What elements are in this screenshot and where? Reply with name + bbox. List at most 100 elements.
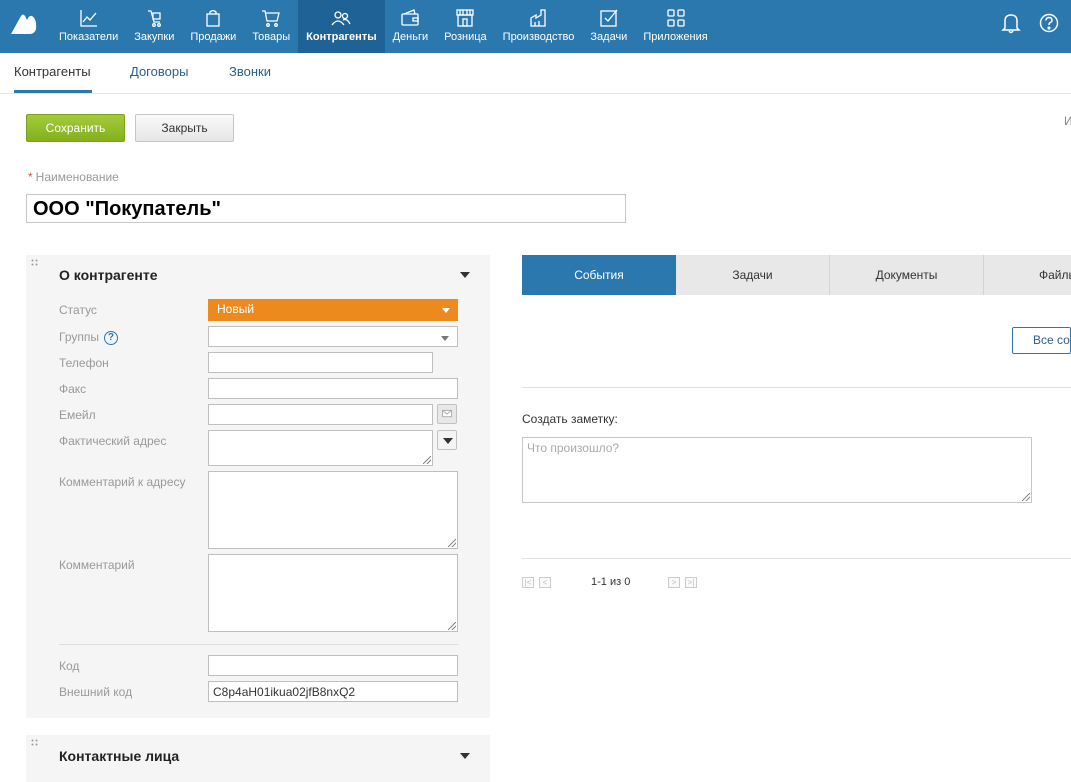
nav-label: Производство (502, 31, 575, 43)
chevron-down-icon (442, 308, 450, 313)
nav-item-apps[interactable]: Приложения (635, 0, 715, 53)
code-input[interactable] (208, 655, 458, 676)
checkbox-icon (600, 9, 618, 27)
name-field-label: * Наименование (28, 170, 119, 184)
address-textarea[interactable] (208, 430, 433, 466)
bag-icon (206, 9, 220, 27)
wallet-icon (401, 9, 420, 26)
external-code-input[interactable]: C8p4aH01ikua02jfB8nxQ2 (208, 681, 458, 702)
resize-handle-icon[interactable] (423, 456, 431, 464)
nav-item-purchases[interactable]: Закупки (126, 0, 182, 53)
nav-item-money[interactable]: Деньги (385, 0, 437, 53)
contacts-panel-title: Контактные лица (59, 748, 180, 764)
groups-select[interactable] (208, 326, 458, 347)
tab-tasks[interactable]: Задачи (676, 255, 830, 295)
contacts-panel: Контактные лица (26, 735, 490, 782)
resize-handle-icon[interactable] (448, 539, 456, 547)
nav-item-production[interactable]: Производство (495, 0, 583, 53)
fax-label: Факс (59, 382, 87, 396)
collapse-chevron-icon[interactable] (460, 272, 470, 278)
resize-handle-icon[interactable] (1022, 493, 1030, 501)
nav-label: Задачи (590, 31, 628, 43)
status-select[interactable]: Новый (208, 299, 458, 321)
code-label: Код (59, 659, 80, 673)
status-value: Новый (217, 302, 255, 316)
close-button[interactable]: Закрыть (135, 114, 234, 142)
create-note-label: Создать заметку: (522, 412, 618, 426)
groups-label-text: Группы (59, 330, 99, 344)
people-icon (331, 11, 351, 26)
nav-label: Закупки (134, 31, 175, 43)
cart-icon (262, 10, 281, 27)
pager-prev-button[interactable]: < (539, 577, 551, 588)
nav-item-retail[interactable]: Розница (436, 0, 495, 53)
top-right-tools (1001, 12, 1071, 34)
nav-item-goods[interactable]: Товары (244, 0, 298, 53)
tab-files[interactable]: Файлы (984, 255, 1071, 295)
tab-documents[interactable]: Документы (830, 255, 984, 295)
send-email-button[interactable] (437, 404, 457, 424)
name-label-text: Наименование (35, 170, 119, 184)
pager-range: 1-1 из 0 (591, 576, 631, 588)
section-divider (59, 644, 458, 645)
nav-label: Контрагенты (306, 31, 377, 43)
required-mark: * (28, 170, 33, 184)
pager-divider (522, 558, 1071, 559)
nav-label: Показатели (59, 31, 119, 43)
help-icon[interactable] (1039, 12, 1059, 34)
pager-first-button[interactable]: |< (522, 577, 534, 588)
subnav-tab-contracts[interactable]: Договоры (130, 53, 188, 93)
cart-hand-icon (148, 10, 162, 27)
note-textarea[interactable]: Что произошло? (522, 437, 1032, 503)
pager-last-button[interactable]: >| (685, 577, 697, 588)
chevron-down-icon (441, 336, 449, 341)
chart-icon (79, 10, 97, 27)
subnav-tab-calls[interactable]: Звонки (229, 53, 271, 93)
logo-icon[interactable] (9, 11, 39, 37)
nav-label: Приложения (643, 31, 708, 43)
phone-label: Телефон (59, 356, 109, 370)
store-icon (456, 9, 475, 27)
nav-label: Товары (252, 31, 291, 43)
help-circle-icon[interactable]: ? (103, 330, 118, 345)
main-menu: Показатели Закупки Продажи Товары Контра… (51, 0, 716, 53)
nav-item-sales[interactable]: Продажи (182, 0, 244, 53)
nav-label: Розница (444, 31, 487, 43)
envelope-icon (442, 409, 452, 418)
subnav-tab-counterparties[interactable]: Контрагенты (14, 53, 92, 93)
tab-events[interactable]: События (522, 255, 676, 295)
top-navigation-bar: Показатели Закупки Продажи Товары Контра… (0, 0, 1071, 53)
bell-icon[interactable] (1001, 12, 1021, 34)
nav-label: Деньги (392, 31, 429, 43)
external-code-label: Внешний код (59, 685, 133, 699)
resize-handle-icon[interactable] (448, 622, 456, 630)
nav-item-counterparties[interactable]: Контрагенты (298, 0, 385, 53)
groups-label: Группы? (59, 330, 118, 345)
pager-next-button[interactable]: > (668, 577, 680, 588)
address-comment-label: Комментарий к адресу (59, 475, 186, 489)
fax-input[interactable] (208, 378, 458, 399)
apps-icon (666, 9, 685, 27)
address-label: Фактический адрес (59, 434, 167, 448)
sub-navigation: Контрагенты Договоры Звонки (0, 53, 1071, 94)
nav-label: Продажи (190, 31, 237, 43)
address-dropdown-button[interactable] (437, 430, 457, 450)
comment-label: Комментарий (59, 558, 135, 572)
about-panel-title: О контрагенте (59, 267, 158, 283)
drag-handle-icon[interactable] (31, 259, 39, 267)
address-comment-textarea[interactable] (208, 471, 458, 549)
nav-item-dashboard[interactable]: Показатели (51, 0, 126, 53)
name-input[interactable]: ООО "Покупатель" (26, 194, 626, 223)
collapse-chevron-icon[interactable] (460, 753, 470, 759)
comment-textarea[interactable] (208, 554, 458, 632)
drag-handle-icon[interactable] (31, 739, 39, 747)
factory-icon (529, 9, 546, 27)
cropped-edge-text: И (1064, 114, 1071, 128)
all-events-button[interactable]: Все события (1012, 327, 1071, 354)
nav-item-tasks[interactable]: Задачи (582, 0, 635, 53)
phone-input[interactable] (208, 352, 433, 373)
events-divider (522, 387, 1071, 388)
save-button[interactable]: Сохранить (26, 114, 125, 142)
chevron-down-icon (443, 438, 453, 444)
email-input[interactable] (208, 404, 433, 425)
